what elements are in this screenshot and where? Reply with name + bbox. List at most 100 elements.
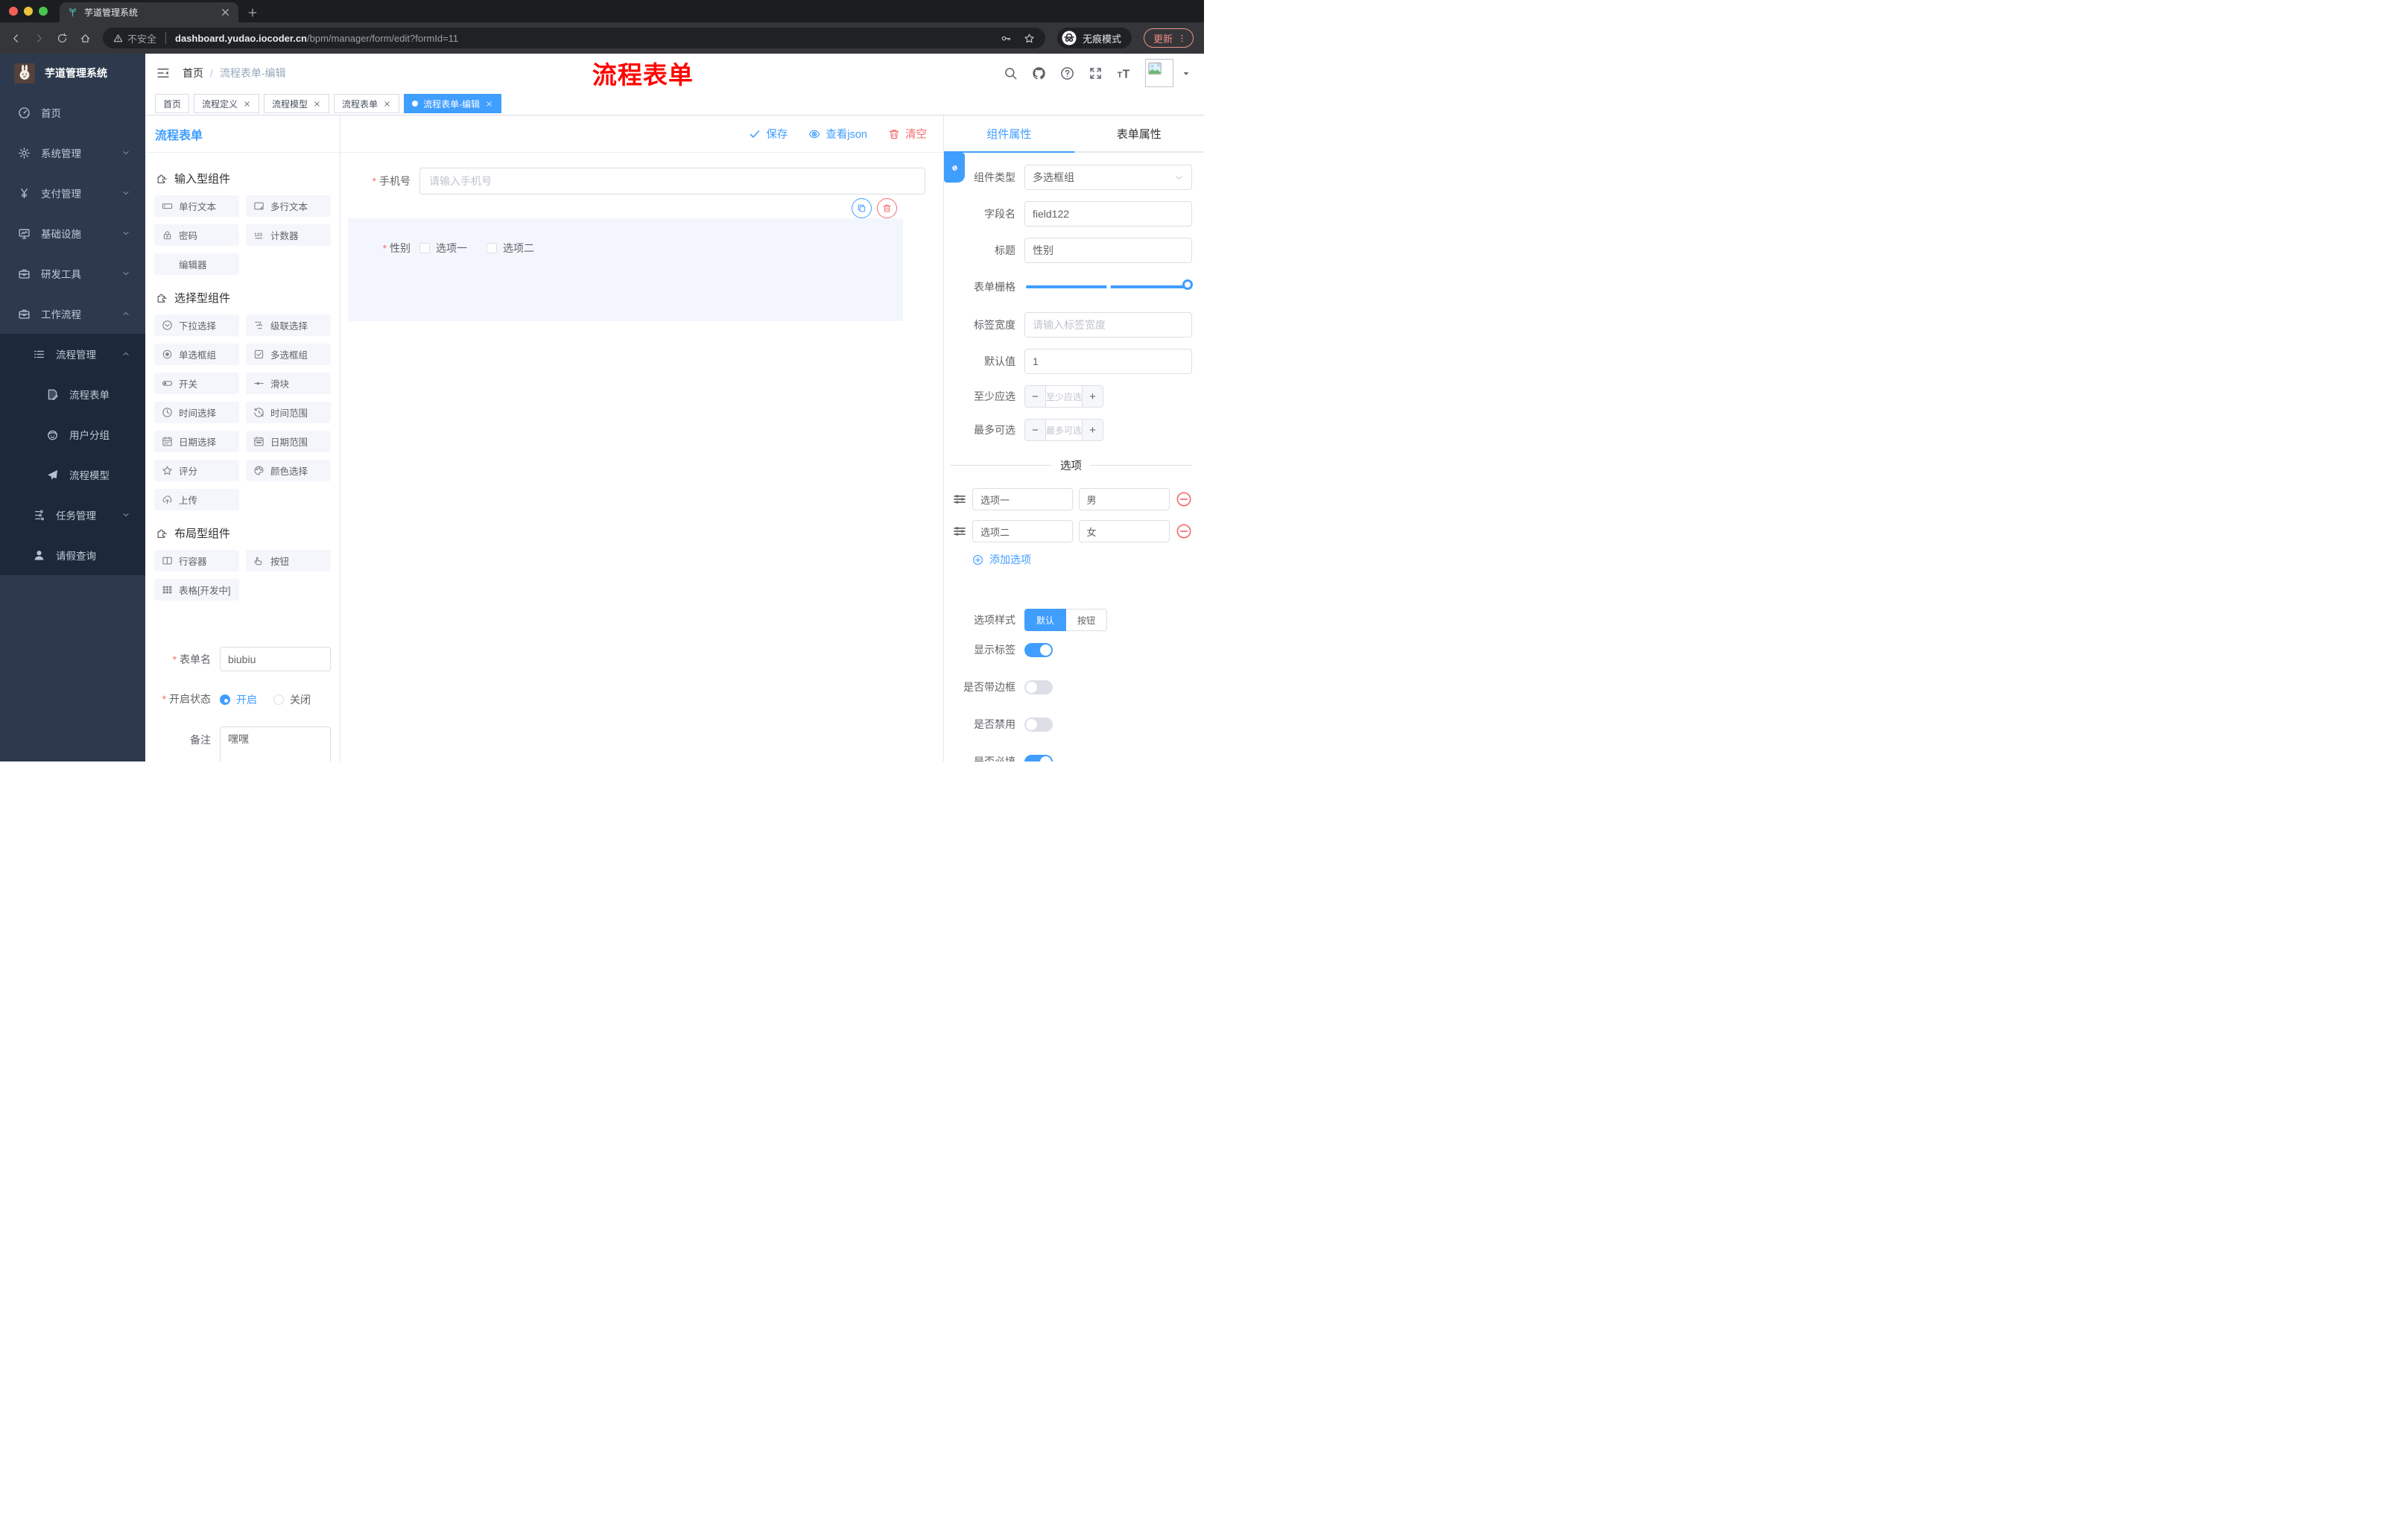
- new-tab-button[interactable]: [247, 7, 258, 18]
- palette-item-级联选择[interactable]: 级联选择: [246, 314, 331, 336]
- tab-close-icon[interactable]: [220, 7, 231, 18]
- maximize-window-button[interactable]: [39, 7, 48, 16]
- browser-tab[interactable]: 芋道管理系统: [60, 2, 238, 22]
- view-json-button[interactable]: 查看json: [808, 126, 867, 142]
- add-option-button[interactable]: 添加选项: [972, 552, 1192, 567]
- plus-button[interactable]: +: [1082, 419, 1103, 440]
- close-tab-icon[interactable]: [383, 100, 391, 108]
- palette-item-日期范围[interactable]: 日期范围: [246, 431, 331, 452]
- bookmark-star-icon[interactable]: [1024, 33, 1035, 44]
- view-tab-流程模型[interactable]: 流程模型: [264, 94, 330, 113]
- minus-button[interactable]: −: [1025, 386, 1046, 407]
- palette-item-多选框组[interactable]: 多选框组: [246, 343, 331, 365]
- palette-item-编辑器[interactable]: 编辑器: [154, 253, 239, 275]
- palette-item-密码[interactable]: 密码: [154, 224, 239, 246]
- view-tab-流程表单[interactable]: 流程表单: [334, 94, 400, 113]
- plus-button[interactable]: +: [1082, 386, 1103, 407]
- drag-handle-icon[interactable]: [953, 493, 966, 506]
- palette-item-日期选择[interactable]: 日期选择: [154, 431, 239, 452]
- sidebar-item-首页[interactable]: 首页: [0, 92, 145, 133]
- palette-item-开关[interactable]: 开关: [154, 373, 239, 394]
- form-name-input[interactable]: [220, 647, 331, 671]
- link-badge[interactable]: [944, 153, 965, 183]
- help-icon[interactable]: [1060, 66, 1074, 80]
- sidebar-item-研发工具[interactable]: 研发工具: [0, 253, 145, 294]
- toggle-是否带边框[interactable]: [1024, 680, 1053, 694]
- toggle-是否必填[interactable]: [1024, 754, 1053, 762]
- browser-update-button[interactable]: 更新: [1143, 28, 1194, 48]
- close-window-button[interactable]: [9, 7, 18, 16]
- font-size-icon[interactable]: TT: [1117, 66, 1131, 80]
- palette-item-行容器[interactable]: 行容器: [154, 550, 239, 571]
- canvas-field-phone[interactable]: 手机号: [348, 168, 925, 194]
- view-tab-首页[interactable]: 首页: [155, 94, 190, 113]
- view-tab-流程定义[interactable]: 流程定义: [194, 94, 260, 113]
- checkbox-icon[interactable]: [487, 243, 497, 253]
- grid-slider[interactable]: [1026, 279, 1193, 290]
- minus-button[interactable]: −: [1025, 419, 1046, 440]
- address-bar[interactable]: 不安全 dashboard.yudao.iocoder.cn/bpm/manag…: [103, 28, 1045, 48]
- component-type-select[interactable]: 多选框组: [1024, 165, 1192, 190]
- palette-item-上传[interactable]: 上传: [154, 489, 239, 510]
- forward-icon[interactable]: [34, 33, 45, 44]
- option-label-input[interactable]: [972, 488, 1073, 510]
- sidebar-item-流程模型[interactable]: 流程模型: [0, 455, 145, 495]
- palette-item-表格[开发中][interactable]: 表格[开发中]: [154, 579, 239, 601]
- toggle-显示标签[interactable]: [1024, 642, 1053, 657]
- remove-option-icon[interactable]: [1176, 523, 1192, 539]
- sidebar-item-流程表单[interactable]: 流程表单: [0, 374, 145, 414]
- field-name-input[interactable]: [1024, 201, 1192, 227]
- password-key-icon[interactable]: [1001, 33, 1012, 44]
- sidebar-item-支付管理[interactable]: 支付管理: [0, 173, 145, 213]
- label-width-input[interactable]: [1024, 312, 1192, 338]
- back-icon[interactable]: [10, 33, 22, 44]
- window-controls[interactable]: [9, 7, 48, 16]
- breadcrumb-home[interactable]: 首页: [183, 66, 203, 80]
- sidebar-item-系统管理[interactable]: 系统管理: [0, 133, 145, 173]
- palette-item-滑块[interactable]: 滑块: [246, 373, 331, 394]
- palette-item-按钮[interactable]: 按钮: [246, 550, 331, 571]
- sidebar-item-请假查询[interactable]: 请假查询: [0, 535, 145, 575]
- delete-component-button[interactable]: [877, 198, 897, 218]
- palette-item-单选框组[interactable]: 单选框组: [154, 343, 239, 365]
- toggle-是否禁用[interactable]: [1024, 717, 1053, 732]
- canvas-field-gender-selected[interactable]: 性别 选项一 选项二: [348, 198, 903, 321]
- save-button[interactable]: 保存: [749, 126, 788, 142]
- sidebar-item-流程管理[interactable]: 流程管理: [0, 334, 145, 374]
- remove-option-icon[interactable]: [1176, 491, 1192, 507]
- close-tab-icon[interactable]: [243, 100, 251, 108]
- remark-textarea[interactable]: 嘿嘿: [220, 726, 331, 762]
- palette-item-颜色选择[interactable]: 颜色选择: [246, 460, 331, 481]
- search-icon[interactable]: [1004, 66, 1018, 80]
- palette-item-多行文本[interactable]: 多行文本: [246, 195, 331, 217]
- status-on-radio[interactable]: 开启: [220, 692, 257, 707]
- gender-option-选项二[interactable]: 选项二: [487, 241, 534, 256]
- sidebar-logo[interactable]: 芋道管理系统: [0, 54, 145, 92]
- browser-menu-dots-icon[interactable]: [1177, 34, 1187, 43]
- close-tab-icon[interactable]: [313, 100, 321, 108]
- sidebar-item-工作流程[interactable]: 工作流程: [0, 294, 145, 334]
- slider-handle[interactable]: [1182, 279, 1193, 290]
- github-icon[interactable]: [1032, 66, 1046, 80]
- avatar-caret-down-icon[interactable]: [1182, 69, 1191, 77]
- palette-item-时间范围[interactable]: 时间范围: [246, 402, 331, 423]
- checkbox-icon[interactable]: [419, 243, 430, 253]
- gender-option-选项一[interactable]: 选项一: [419, 241, 467, 256]
- view-tab-流程表单-编辑[interactable]: 流程表单-编辑: [404, 94, 502, 113]
- security-warning[interactable]: 不安全: [113, 31, 156, 45]
- status-off-radio[interactable]: 关闭: [273, 692, 311, 707]
- sidebar-item-任务管理[interactable]: 任务管理: [0, 495, 145, 535]
- close-tab-icon[interactable]: [485, 100, 493, 108]
- palette-item-单行文本[interactable]: 单行文本: [154, 195, 239, 217]
- reload-icon[interactable]: [57, 33, 68, 44]
- option-style-default[interactable]: 默认: [1024, 609, 1067, 631]
- phone-input[interactable]: [419, 168, 925, 194]
- option-value-input[interactable]: [1078, 520, 1170, 542]
- palette-item-时间选择[interactable]: 时间选择: [154, 402, 239, 423]
- duplicate-component-button[interactable]: [852, 198, 872, 218]
- tab-form-props[interactable]: 表单属性: [1074, 115, 1204, 153]
- user-avatar[interactable]: [1145, 59, 1173, 87]
- drag-handle-icon[interactable]: [953, 525, 966, 538]
- sidebar-item-基础设施[interactable]: 基础设施: [0, 213, 145, 253]
- palette-item-计数器[interactable]: 123 计数器: [246, 224, 331, 246]
